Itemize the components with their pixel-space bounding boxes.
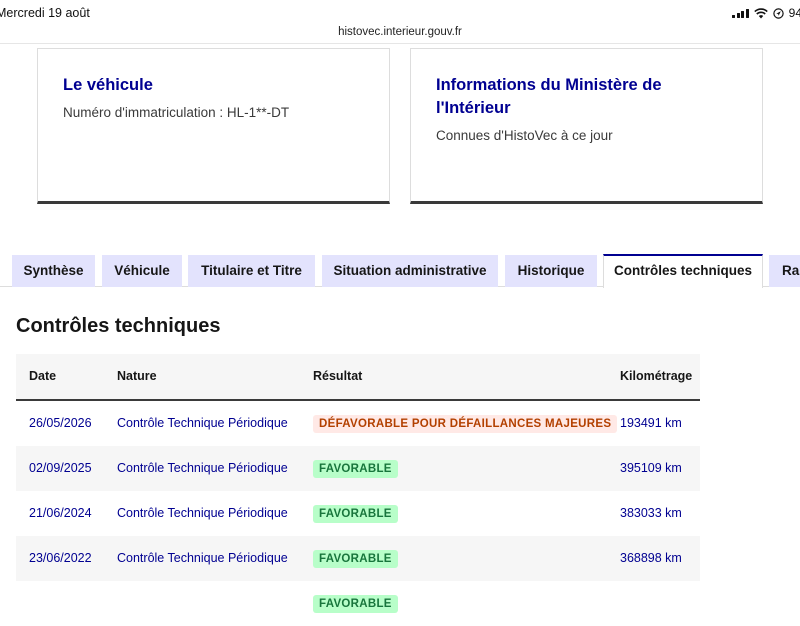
tab-controles-techniques[interactable]: Contrôles techniques: [603, 254, 763, 288]
row-nature: Contrôle Technique Périodique: [117, 551, 288, 565]
row-date: 21/06/2024: [29, 506, 92, 520]
result-badge-favorable: FAVORABLE: [313, 459, 398, 478]
table-row: 02/09/2025 Contrôle Technique Périodique…: [16, 446, 700, 491]
url-text: histovec.interieur.gouv.fr: [338, 26, 462, 38]
table-row: FAVORABLE: [16, 581, 700, 626]
ministere-card: Informations du Ministère de l'Intérieur…: [410, 48, 763, 204]
table-header: Date Nature Résultat Kilométrage: [16, 354, 700, 401]
row-resultat: FAVORABLE: [313, 491, 398, 536]
url-divider: [0, 43, 800, 44]
controles-table: Date Nature Résultat Kilométrage 26/05/2…: [16, 354, 700, 626]
vehicule-card: Le véhicule Numéro d'immatriculation : H…: [37, 48, 390, 204]
row-resultat: FAVORABLE: [313, 446, 398, 491]
url-bar[interactable]: histovec.interieur.gouv.fr: [0, 22, 800, 42]
vehicule-card-plate: Numéro d'immatriculation : HL-1**-DT: [63, 105, 290, 120]
row-nature: Contrôle Technique Périodique: [117, 416, 288, 430]
ministere-card-text: Connues d'HistoVec à ce jour: [436, 128, 613, 143]
ministere-card-title: Informations du Ministère de l'Intérieur: [436, 76, 662, 117]
row-resultat: FAVORABLE: [313, 536, 398, 581]
tab-synthese[interactable]: Synthèse: [12, 255, 95, 287]
tab-historique[interactable]: Historique: [505, 255, 597, 287]
header-kilometrage: Kilométrage: [620, 369, 693, 383]
row-date: 02/09/2025: [29, 461, 92, 475]
row-kilometrage: 193491 km: [620, 416, 682, 430]
row-nature: Contrôle Technique Périodique: [117, 506, 288, 520]
tab-titulaire-titre[interactable]: Titulaire et Titre: [188, 255, 315, 287]
row-date: 26/05/2026: [29, 416, 92, 430]
battery-percent: 94: [788, 6, 800, 20]
result-badge-unfavorable: DÉFAVORABLE POUR DÉFAILLANCES MAJEURES: [313, 414, 618, 433]
result-badge-favorable: FAVORABLE: [313, 504, 398, 523]
row-date: 23/06/2022: [29, 551, 92, 565]
row-kilometrage: 368898 km: [620, 551, 682, 565]
tab-vehicule[interactable]: Véhicule: [102, 255, 182, 287]
cellular-signal-icon: [732, 8, 749, 18]
row-resultat: FAVORABLE: [313, 581, 398, 626]
status-time: Mercredi 19 août: [0, 6, 90, 20]
table-row: 26/05/2026 Contrôle Technique Périodique…: [16, 401, 700, 446]
location-icon: [772, 7, 784, 19]
tab-list: Synthèse Véhicule Titulaire et Titre Sit…: [0, 254, 800, 288]
table-row: 23/06/2022 Contrôle Technique Périodique…: [16, 536, 700, 581]
tab-rapport[interactable]: Rap: [769, 255, 800, 287]
result-badge-favorable: FAVORABLE: [313, 549, 398, 568]
section-title: Contrôles techniques: [16, 315, 221, 337]
wifi-icon: [753, 7, 768, 18]
table-row: 21/06/2024 Contrôle Technique Périodique…: [16, 491, 700, 536]
row-kilometrage: 383033 km: [620, 506, 682, 520]
row-kilometrage: 395109 km: [620, 461, 682, 475]
header-nature: Nature: [117, 369, 157, 383]
header-date: Date: [29, 369, 57, 383]
header-resultat: Résultat: [313, 369, 363, 383]
row-resultat: DÉFAVORABLE POUR DÉFAILLANCES MAJEURES: [313, 401, 618, 446]
row-nature: Contrôle Technique Périodique: [117, 461, 288, 475]
status-icons: 94: [732, 6, 800, 20]
result-badge-favorable: FAVORABLE: [313, 594, 398, 613]
tab-situation-administrative[interactable]: Situation administrative: [322, 255, 498, 287]
vehicule-card-title: Le véhicule: [63, 76, 153, 94]
